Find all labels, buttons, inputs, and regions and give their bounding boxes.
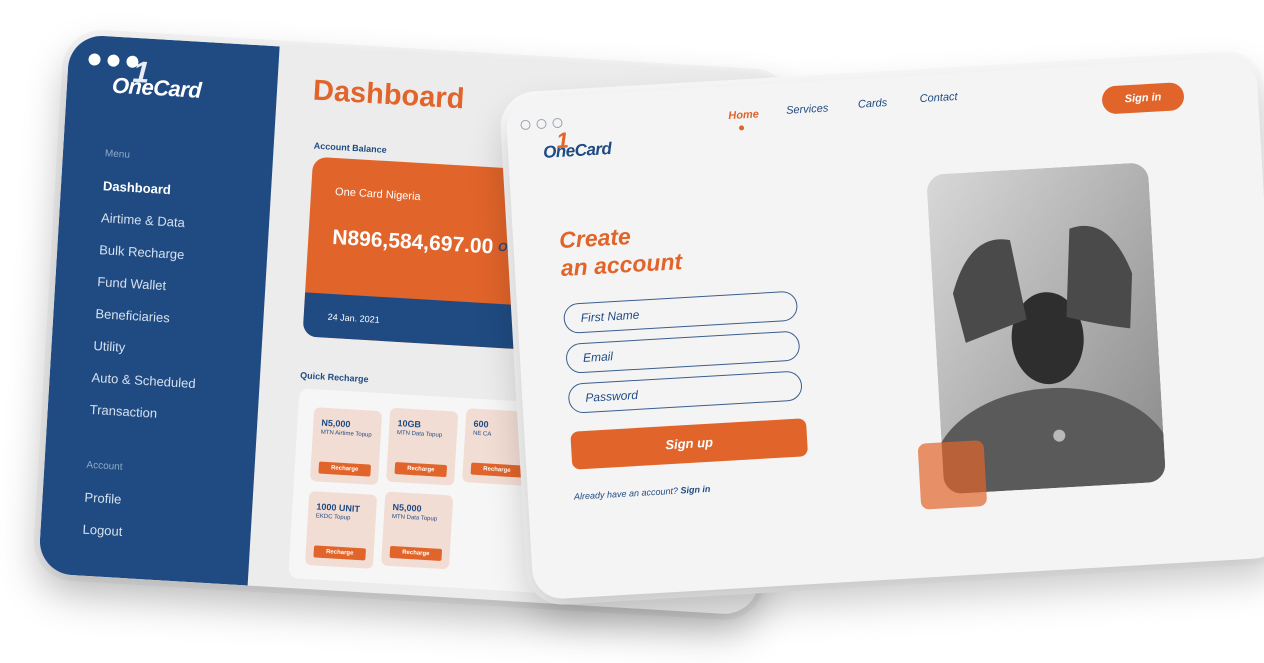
logo-mark: 1: [131, 55, 150, 90]
logo-text: OneCard: [542, 138, 612, 162]
decorative-square: [917, 440, 988, 510]
recharge-tile: N5,000 MTN Airtime Topup Recharge: [309, 407, 383, 486]
sidebar-item-logout[interactable]: Logout: [82, 522, 123, 539]
page-title: Dashboard: [312, 74, 466, 116]
tile-value: 1000 UNIT: [316, 501, 361, 515]
signup-window: 1 OneCard Home Services Cards Contact Si…: [505, 55, 1264, 601]
email-field[interactable]: [565, 330, 801, 374]
recharge-tile: 10GB MTN Data Topup Recharge: [386, 407, 459, 486]
nav-services[interactable]: Services: [786, 102, 829, 116]
nav-home[interactable]: Home: [728, 108, 759, 122]
password-field[interactable]: [567, 370, 803, 414]
nav-contact[interactable]: Contact: [919, 91, 958, 105]
tile-desc: MTN Airtime Topup: [320, 429, 372, 439]
already-text: Already have an account?: [573, 485, 679, 502]
quick-recharge-label: Quick Recharge: [299, 370, 369, 385]
sidebar-item-utility[interactable]: Utility: [93, 338, 126, 355]
close-window-dot[interactable]: [520, 119, 531, 131]
already-have-account: Already have an account? Sign in: [574, 484, 711, 502]
recharge-button[interactable]: Recharge: [313, 545, 367, 561]
tile-value: 600: [473, 418, 489, 430]
recharge-button[interactable]: Recharge: [394, 462, 448, 478]
sidebar-item-transaction[interactable]: Transaction: [89, 402, 157, 421]
sign-in-button[interactable]: Sign in: [1101, 81, 1185, 115]
recharge-button[interactable]: Recharge: [318, 461, 371, 477]
card-name: One Card Nigeria: [334, 186, 421, 204]
tile-value: 10GB: [397, 418, 422, 430]
minimize-window-dot[interactable]: [107, 54, 120, 67]
minimize-window-dot[interactable]: [536, 118, 547, 130]
recharge-tile: N5,000 MTN Data Topup Recharge: [381, 491, 454, 570]
active-nav-indicator: [738, 125, 745, 131]
balance-amount: N896,584,697.00: [331, 225, 494, 259]
sidebar-item-fund-wallet[interactable]: Fund Wallet: [97, 274, 167, 293]
sidebar-item-beneficiaries[interactable]: Beneficiaries: [95, 306, 170, 325]
logo-mark: 1: [555, 127, 569, 154]
sign-in-link[interactable]: Sign in: [680, 484, 711, 496]
sidebar-item-dashboard[interactable]: Dashboard: [103, 178, 172, 197]
first-name-field[interactable]: [562, 290, 799, 334]
sign-up-button[interactable]: Sign up: [570, 418, 809, 470]
sidebar-item-profile[interactable]: Profile: [84, 490, 122, 507]
recharge-button[interactable]: Recharge: [389, 545, 443, 561]
window-controls: [88, 53, 139, 69]
recharge-tile: 1000 UNIT EKDC Topup Recharge: [304, 490, 378, 569]
tile-desc: NE CA: [472, 430, 492, 438]
tile-value: N5,000: [392, 501, 422, 514]
menu-heading: Menu: [104, 148, 131, 161]
maximize-window-dot[interactable]: [552, 117, 563, 129]
sidebar: 1 OneCard Menu Dashboard Airtime & Data …: [37, 34, 280, 586]
onecard-logo[interactable]: 1 OneCard: [111, 56, 203, 104]
close-window-dot[interactable]: [88, 53, 101, 66]
account-heading: Account: [86, 459, 123, 473]
logo-text: OneCard: [111, 72, 203, 103]
recharge-button[interactable]: Recharge: [470, 462, 524, 478]
sidebar-item-airtime-data[interactable]: Airtime & Data: [101, 210, 186, 230]
tile-value: N5,000: [321, 417, 351, 430]
tile-desc: MTN Data Topup: [396, 430, 443, 439]
page-title: Create an account: [558, 219, 682, 282]
sidebar-item-bulk-recharge[interactable]: Bulk Recharge: [99, 242, 185, 262]
onecard-logo[interactable]: 1 OneCard: [542, 127, 612, 163]
tile-desc: MTN Data Topup: [391, 513, 438, 523]
sidebar-item-auto-scheduled[interactable]: Auto & Scheduled: [91, 370, 196, 391]
nav-cards[interactable]: Cards: [858, 97, 888, 111]
tile-desc: EKDC Topup: [315, 513, 351, 522]
title-line-2: an account: [560, 248, 683, 282]
mockup-stage: 1 OneCard Menu Dashboard Airtime & Data …: [0, 0, 1264, 663]
account-balance-label: Account Balance: [313, 140, 388, 155]
